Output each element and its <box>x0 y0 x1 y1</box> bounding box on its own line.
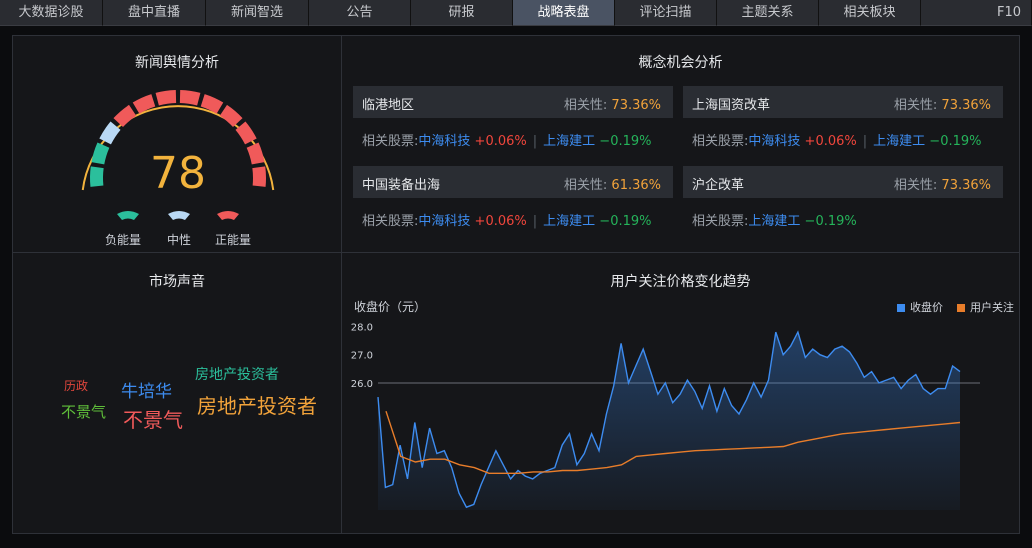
tab-item[interactable]: 大数据诊股 <box>0 0 103 26</box>
tab-item[interactable]: 战略表盘 <box>513 0 615 26</box>
tab-item[interactable]: 相关板块 <box>819 0 921 26</box>
stock-change: +0.06% <box>474 134 527 149</box>
positive-swatch-icon <box>217 211 239 220</box>
word-cloud-item[interactable]: 房地产投资者 <box>197 390 317 419</box>
legend-item-attention[interactable]: 用户关注 <box>957 299 1014 315</box>
stock-link[interactable]: 中海科技 <box>418 134 470 149</box>
chart-legend: 收盘价 用户关注 <box>897 299 1014 315</box>
legend-item-close[interactable]: 收盘价 <box>897 299 943 315</box>
concept-relevance: 相关性: 73.36% <box>893 178 991 193</box>
stock-change: +0.06% <box>474 214 527 229</box>
sentiment-title: 新闻舆情分析 <box>135 55 219 71</box>
sentiment-legend-icons <box>117 211 239 220</box>
concept-name: 临港地区 <box>362 98 415 113</box>
concept-relevance: 相关性: 73.36% <box>563 98 661 113</box>
gauge-segment <box>132 94 156 114</box>
neutral-label: 中性 <box>167 233 192 247</box>
tab-item[interactable]: 新闻智选 <box>206 0 309 26</box>
negative-label: 负能量 <box>105 233 142 247</box>
word-cloud-item[interactable]: 不景气 <box>61 401 106 422</box>
gauge-segment <box>90 166 104 187</box>
sentiment-panel: 新闻舆情分析 78 负能量 中性 正能量 <box>12 35 342 253</box>
sentiment-score: 78 <box>150 148 206 199</box>
tab-item[interactable]: 公告 <box>309 0 411 26</box>
concept-card[interactable]: 临港地区 相关性: 73.36% <box>353 86 673 118</box>
gauge-segment <box>91 142 110 165</box>
gauge-segment <box>179 90 201 106</box>
concept-name: 沪企改革 <box>692 178 745 193</box>
neutral-swatch-icon <box>168 211 190 220</box>
word-cloud-item[interactable]: 历政 <box>64 377 88 394</box>
gauge-segment <box>252 166 266 187</box>
price-trend-chart: 28.0 27.0 26.0 <box>351 322 980 510</box>
market-voice-title: 市场声音 <box>149 274 205 290</box>
y-tick-label: 26.0 <box>351 379 373 390</box>
stock-change: +0.06% <box>804 134 857 149</box>
stock-link[interactable]: 上海建工 <box>543 134 595 149</box>
stock-change: −0.19% <box>599 134 652 149</box>
concept-card[interactable]: 中国装备出海 相关性: 61.36% <box>353 166 673 198</box>
concept-title: 概念机会分析 <box>638 55 723 71</box>
related-stocks: 相关股票:中海科技 +0.06% | 上海建工 −0.19% <box>692 134 982 149</box>
gauge-segment <box>219 104 243 128</box>
stock-link[interactable]: 上海建工 <box>543 214 595 229</box>
stock-separator: | <box>532 134 538 149</box>
positive-label: 正能量 <box>215 233 252 247</box>
gauge-segment <box>246 142 265 165</box>
concept-panel: 概念机会分析 临港地区 相关性: 73.36% 相关股票:中海科技 +0.06% | 上… <box>341 35 1020 253</box>
tab-item[interactable]: 研报 <box>411 0 513 26</box>
tab-item[interactable]: 评论扫描 <box>615 0 717 26</box>
gauge-segment <box>113 104 137 128</box>
market-voice-panel: 市场声音 房地产投资者 历政 牛培华 不景气 不景气 房地产投资者 <box>12 252 342 534</box>
negative-swatch-icon <box>117 211 139 220</box>
related-stocks: 相关股票:上海建工 −0.19% <box>692 214 857 229</box>
stock-link[interactable]: 上海建工 <box>748 214 800 229</box>
trend-ylabel: 收盘价（元） <box>354 300 427 314</box>
word-cloud-item[interactable]: 房地产投资者 <box>195 364 279 384</box>
y-tick-label: 28.0 <box>351 322 373 333</box>
close-price-area <box>378 332 960 510</box>
stock-link[interactable]: 中海科技 <box>748 134 800 149</box>
stock-change: −0.19% <box>929 134 982 149</box>
tab-item[interactable]: 盘中直播 <box>103 0 206 26</box>
word-cloud-item[interactable]: 牛培华 <box>121 377 172 402</box>
concept-relevance: 相关性: 73.36% <box>893 98 991 113</box>
stock-link[interactable]: 中海科技 <box>418 214 470 229</box>
concept-card[interactable]: 上海国资改革 相关性: 73.36% <box>683 86 1003 118</box>
concept-name: 上海国资改革 <box>692 98 771 113</box>
concept-relevance: 相关性: 61.36% <box>563 178 661 193</box>
y-tick-label: 27.0 <box>351 351 373 362</box>
concept-card[interactable]: 沪企改革 相关性: 73.36% <box>683 166 1003 198</box>
stock-change: −0.19% <box>804 214 857 229</box>
gauge-segment <box>155 90 177 106</box>
stock-separator: | <box>532 214 538 229</box>
tab-item[interactable]: 主题关系 <box>717 0 819 26</box>
gauge-segment <box>99 121 121 145</box>
gauge-segment <box>200 94 224 114</box>
stock-link[interactable]: 上海建工 <box>873 134 925 149</box>
tab-item[interactable]: F10 <box>921 0 1032 26</box>
tab-bar: 大数据诊股 盘中直播 新闻智选 公告 研报 战略表盘 评论扫描 主题关系 相关板块 F10 <box>0 0 1032 27</box>
related-stocks: 相关股票:中海科技 +0.06% | 上海建工 −0.19% <box>362 214 652 229</box>
concept-name: 中国装备出海 <box>362 178 441 193</box>
sentiment-gauge: 78 <box>81 90 275 199</box>
stock-change: −0.19% <box>599 214 652 229</box>
gauge-segment <box>235 121 257 145</box>
related-stocks: 相关股票:中海科技 +0.06% | 上海建工 −0.19% <box>362 134 652 149</box>
stock-separator: | <box>862 134 868 149</box>
word-cloud-item[interactable]: 不景气 <box>123 404 183 433</box>
trend-title: 用户关注价格变化趋势 <box>610 274 751 290</box>
